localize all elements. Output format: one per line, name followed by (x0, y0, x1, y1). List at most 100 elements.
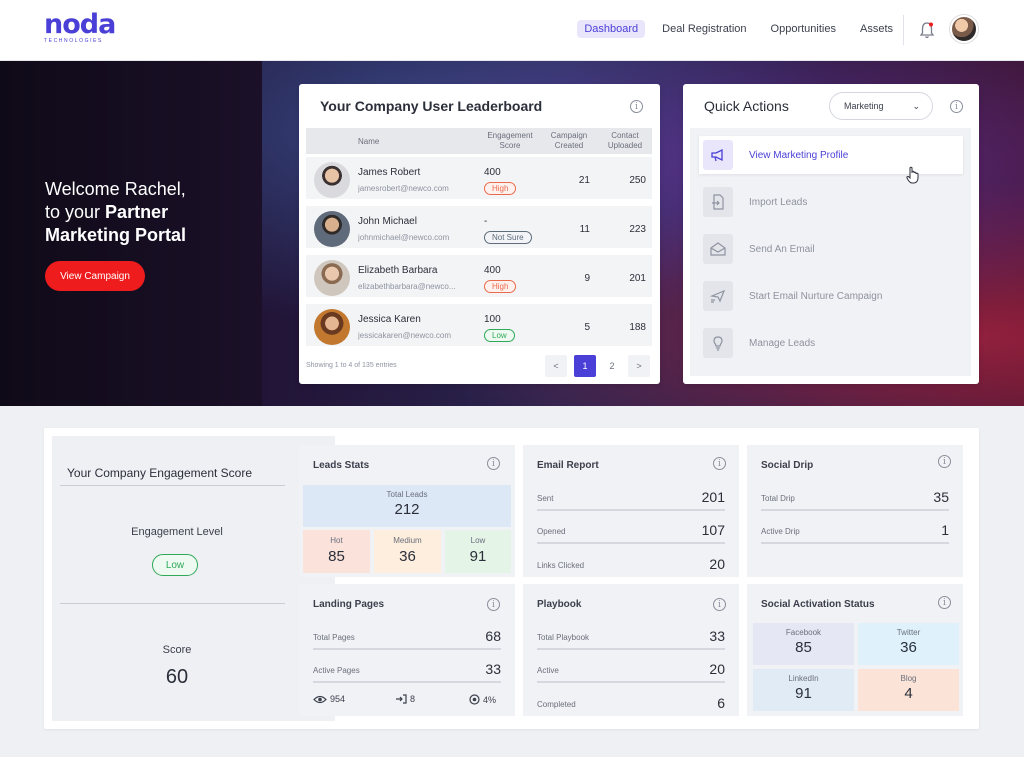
category-select[interactable]: Marketing ⌄ (829, 92, 933, 120)
engagement-score: 400 (484, 265, 501, 276)
action-label: Send An Email (749, 243, 815, 255)
email-report-card: Email Report i Sent 201 Opened 107 Links… (523, 445, 739, 577)
views-value: 954 (330, 694, 346, 704)
user-name: Jessica Karen (358, 314, 421, 325)
welcome-line-1: Welcome Rachel, (45, 179, 186, 199)
tile-value: 212 (394, 501, 420, 518)
tile-value: 91 (469, 548, 487, 565)
card-title: Email Report (537, 460, 599, 471)
info-icon[interactable]: i (950, 100, 963, 113)
stat-label: Opened (537, 527, 566, 536)
views-metric: 954 (313, 694, 345, 704)
pager-next-button[interactable]: > (628, 355, 650, 377)
tile-value: 4 (904, 685, 913, 702)
info-icon[interactable]: i (938, 596, 951, 609)
tile-label: Twitter (896, 628, 921, 637)
tile-label: Total Leads (386, 490, 428, 499)
action-manage-leads[interactable]: Manage Leads (699, 324, 963, 362)
action-import-leads[interactable]: Import Leads (699, 183, 963, 221)
engagement-score: 100 (484, 314, 501, 325)
engagement-score-card: Your Company Engagement Score Engagement… (52, 436, 335, 721)
pager-prev-button[interactable]: < (545, 355, 567, 377)
campaign-count: 21 (578, 175, 590, 186)
stat-label: Completed (537, 700, 576, 709)
noda-logo[interactable]: noda TECHNOLOGIES (44, 9, 116, 44)
info-icon[interactable]: i (630, 100, 643, 113)
total-leads-tile: Total Leads 212 (303, 485, 511, 527)
info-icon[interactable]: i (487, 598, 500, 611)
card-title: Playbook (537, 599, 582, 610)
stat-row-active: Active 20 (537, 657, 725, 683)
main-nav: Dashboard Deal Registration Opportunitie… (577, 20, 900, 38)
entries-metric: 8 (395, 694, 415, 704)
info-icon[interactable]: i (938, 455, 951, 468)
table-row[interactable]: Jessica Karen jessicakaren@newco.com 100… (306, 304, 652, 349)
pager-page-2[interactable]: 2 (601, 355, 623, 377)
target-icon (469, 694, 480, 705)
status-badge: Low (484, 329, 515, 342)
info-icon[interactable]: i (487, 457, 500, 470)
info-icon[interactable]: i (713, 598, 726, 611)
stat-row-completed: Completed 6 (537, 689, 725, 715)
avatar (314, 211, 350, 247)
bell-icon[interactable] (918, 20, 936, 40)
stat-row-opened: Opened 107 (537, 518, 725, 544)
stat-row-links-clicked: Links Clicked 20 (537, 550, 725, 576)
avatar (314, 162, 350, 198)
mail-send-icon (703, 281, 733, 311)
stat-row-active-pages: Active Pages 33 (313, 657, 501, 683)
nav-deal-registration[interactable]: Deal Registration (655, 20, 753, 38)
chevron-down-icon: ⌄ (912, 101, 920, 111)
nav-assets[interactable]: Assets (853, 20, 900, 38)
leads-stats-card: Leads Stats i Total Leads 212 Hot 85 Med… (299, 445, 515, 577)
action-view-marketing-profile[interactable]: View Marketing Profile (699, 136, 963, 174)
info-icon[interactable]: i (713, 457, 726, 470)
stat-value: 20 (709, 556, 725, 572)
stat-label: Total Playbook (537, 633, 590, 642)
table-row[interactable]: John Michael johnmichael@newco.com - Not… (306, 206, 652, 251)
stat-value: 20 (709, 661, 725, 677)
user-avatar[interactable] (950, 15, 978, 43)
tile-value: 85 (328, 548, 345, 565)
user-name: James Robert (358, 167, 421, 178)
welcome-line-2: to your Partner (45, 201, 186, 224)
engagement-score: 400 (484, 167, 501, 178)
facebook-tile: Facebook 85 (753, 623, 854, 665)
stat-row-total-pages: Total Pages 68 (313, 624, 501, 650)
status-badge: High (484, 280, 517, 293)
divider (60, 485, 285, 486)
stat-row-total-playbook: Total Playbook 33 (537, 624, 725, 650)
table-row[interactable]: Elizabeth Barbara elizabethbarbara@newco… (306, 255, 652, 300)
action-start-email-nurture-campaign[interactable]: Start Email Nurture Campaign (699, 277, 963, 315)
campaign-count: 9 (584, 273, 590, 284)
quick-actions-list: View Marketing Profile Import Leads Send… (690, 128, 971, 376)
card-title: Landing Pages (313, 599, 385, 610)
action-send-an-email[interactable]: Send An Email (699, 230, 963, 268)
stat-label: Sent (537, 494, 554, 503)
tile-value: 36 (399, 548, 416, 565)
user-email: johnmichael@newco.com (358, 233, 450, 242)
welcome-line-3-text: Marketing Portal (45, 225, 187, 245)
pager-page-1[interactable]: 1 (574, 355, 596, 377)
stat-value: 107 (701, 522, 725, 538)
stat-value: 6 (717, 695, 725, 711)
leaderboard-header: Name Engagement Score Campaign Created C… (306, 128, 652, 154)
megaphone-icon (703, 140, 733, 170)
hand-cursor-icon (906, 166, 919, 184)
action-label: Start Email Nurture Campaign (749, 290, 883, 302)
view-campaign-button[interactable]: View Campaign (45, 261, 145, 291)
entries-value: 8 (410, 694, 416, 704)
user-name: Elizabeth Barbara (358, 265, 438, 276)
table-row[interactable]: James Robert jamesrobert@newco.com 400 H… (306, 157, 652, 202)
card-title: Social Activation Status (761, 599, 875, 610)
stat-row-active-drip: Active Drip 1 (761, 518, 949, 544)
engagement-title: Your Company Engagement Score (67, 466, 253, 480)
nav-dashboard[interactable]: Dashboard (577, 20, 646, 38)
tile-label: Blog (900, 674, 917, 683)
logo-wordmark: noda (44, 9, 116, 40)
tile-label: Hot (330, 536, 343, 545)
medium-leads-tile: Medium 36 (374, 530, 441, 573)
stat-value: 33 (709, 628, 725, 644)
nav-opportunities[interactable]: Opportunities (764, 20, 843, 38)
stats-panel: Your Company Engagement Score Engagement… (44, 428, 979, 729)
